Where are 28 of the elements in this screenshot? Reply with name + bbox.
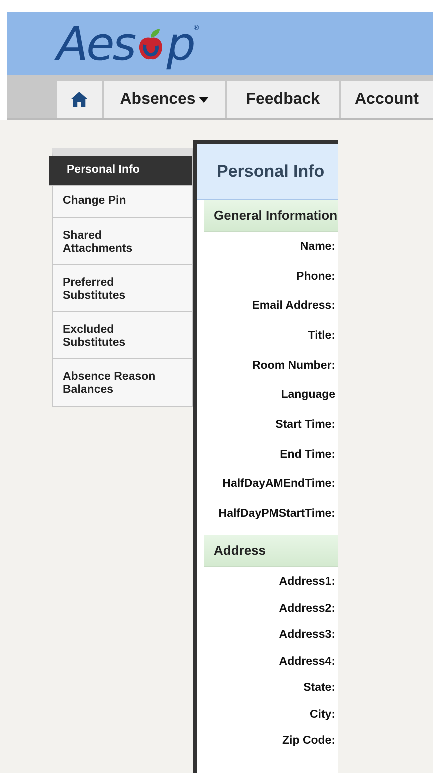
field-label: Phone: [296,270,336,283]
section-title: Address [214,542,266,558]
panel-title: Personal Info [217,162,325,182]
sidebar-item[interactable]: Personal Info [49,156,192,186]
field-label: Name: [300,240,336,253]
nav-tab[interactable]: Account [341,81,433,118]
field-label: Address1: [279,576,336,588]
field-label: Title: [308,330,336,342]
caret-icon [198,96,209,102]
field-label: Email Address: [252,300,336,312]
home-icon [70,91,89,108]
field-label: Address4: [279,656,336,668]
field-label: Start Time: [276,418,336,431]
field-label: Address3: [279,629,336,642]
field-label: State: [304,682,336,694]
field-label: Room Number: [252,360,336,372]
field-label: Address2: [279,602,336,615]
logo-text: Aes [57,20,135,66]
field-label: Zip Code: [282,735,336,748]
nav-tab[interactable]: Feedback [227,81,339,118]
field-label: Language [281,389,336,402]
section-title: General Information [214,208,338,223]
field-label: HalfDayAMEndTime: [222,478,336,490]
field-label: City: [310,708,336,721]
home-tab[interactable] [57,81,102,118]
field-label: HalfDayPMStartTime: [218,508,336,520]
field-label: End Time: [280,448,336,461]
nav-menu-tab[interactable]: Absences [104,81,226,118]
